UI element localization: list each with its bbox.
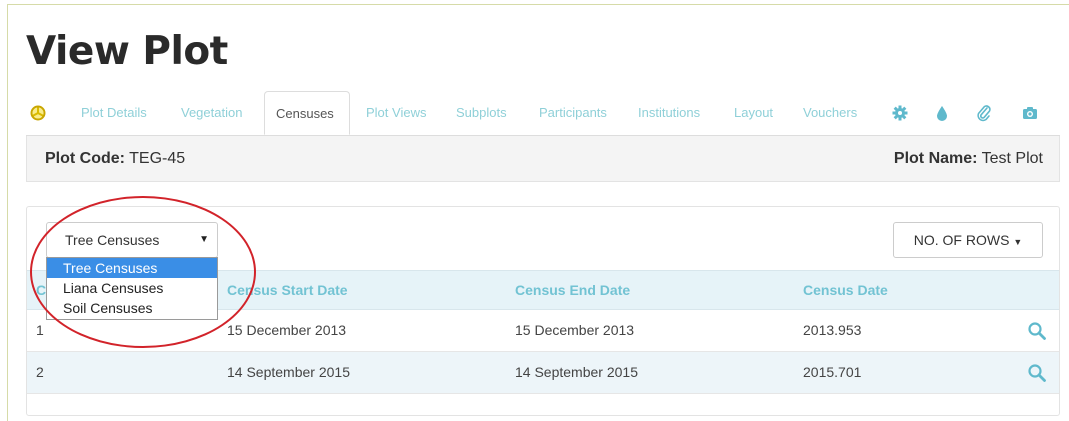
tab-participants[interactable]: Participants — [539, 91, 607, 135]
camera-icon[interactable] — [1020, 103, 1040, 123]
cell-census-no: 2 — [36, 364, 44, 380]
cell-census-date: 2013.953 — [803, 322, 862, 338]
plot-name-value: Test Plot — [981, 150, 1043, 167]
option-tree-censuses[interactable]: Tree Censuses — [47, 258, 217, 278]
tab-vegetation[interactable]: Vegetation — [181, 91, 242, 135]
census-type-dropdown: Tree Censuses Liana Censuses Soil Census… — [46, 257, 218, 320]
tab-vouchers[interactable]: Vouchers — [803, 91, 857, 135]
caret-down-icon: ▼ — [1013, 237, 1023, 247]
table-row[interactable]: 2 14 September 2015 14 September 2015 20… — [27, 352, 1059, 394]
globe-icon[interactable] — [28, 103, 48, 123]
plot-code: Plot Code: TEG-45 — [45, 136, 185, 182]
plot-code-label: Plot Code: — [45, 150, 125, 167]
caret-down-icon: ▼ — [199, 234, 209, 245]
cell-end-date: 15 December 2013 — [515, 322, 635, 338]
tab-institutions[interactable]: Institutions — [638, 91, 700, 135]
cell-census-no: 1 — [36, 322, 44, 338]
tab-censuses[interactable]: Censuses — [264, 91, 350, 135]
option-liana-censuses[interactable]: Liana Censuses — [47, 278, 217, 298]
view-census-icon[interactable] — [1027, 363, 1047, 383]
plot-name-label: Plot Name: — [893, 150, 978, 167]
census-type-select-value: Tree Censuses — [65, 232, 160, 248]
plot-name: Plot Name: Test Plot — [894, 136, 1043, 182]
plot-info-bar: Plot Code: TEG-45 Plot Name: Test Plot — [26, 136, 1060, 182]
cell-start-date: 15 December 2013 — [227, 322, 347, 338]
tab-subplots[interactable]: Subplots — [456, 91, 507, 135]
rows-per-page-button[interactable]: NO. OF ROWS ▼ — [893, 222, 1043, 258]
cell-end-date: 14 September 2015 — [515, 364, 638, 380]
tab-layout[interactable]: Layout — [734, 91, 773, 135]
option-soil-censuses[interactable]: Soil Censuses — [47, 298, 217, 318]
tab-bar: Plot Details Vegetation Censuses Plot Vi… — [26, 91, 1060, 136]
column-header-census-date[interactable]: Census Date — [803, 271, 888, 309]
column-header-end-date[interactable]: Census End Date — [515, 271, 630, 309]
view-census-icon[interactable] — [1027, 321, 1047, 341]
column-header-start-date[interactable]: Census Start Date — [227, 271, 348, 309]
page-title: View Plot — [26, 29, 228, 74]
cell-start-date: 14 September 2015 — [227, 364, 350, 380]
paperclip-icon[interactable] — [974, 103, 994, 123]
column-header-no[interactable]: C — [36, 271, 46, 309]
tab-plot-views[interactable]: Plot Views — [366, 91, 426, 135]
census-type-select[interactable]: Tree Censuses ▼ — [46, 222, 218, 258]
gear-icon[interactable] — [890, 103, 910, 123]
drop-icon[interactable] — [932, 103, 952, 123]
rows-per-page-label: NO. OF ROWS — [913, 232, 1010, 248]
tab-plot-details[interactable]: Plot Details — [81, 91, 147, 135]
plot-code-value: TEG-45 — [129, 150, 186, 167]
cell-census-date: 2015.701 — [803, 364, 862, 380]
